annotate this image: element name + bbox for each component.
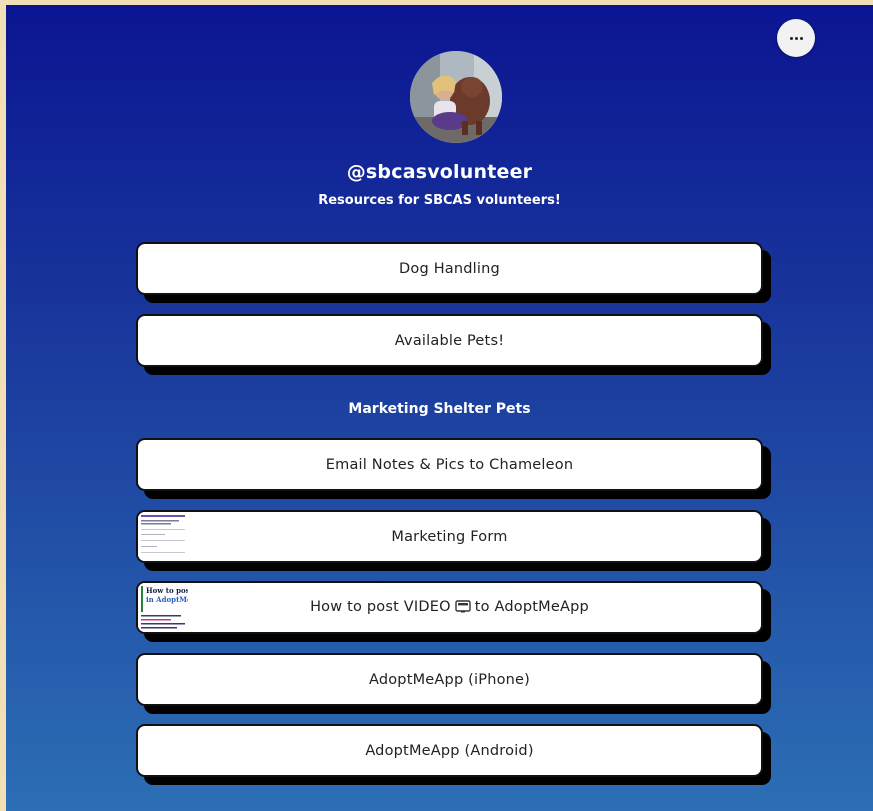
- link-label: How to post VIDEO to AdoptMeApp: [310, 599, 589, 617]
- video-camera-icon: [455, 599, 471, 617]
- link-label: AdoptMeApp (iPhone): [368, 671, 531, 688]
- link-label: Dog Handling: [399, 260, 500, 277]
- video-guide-thumbnail: How to post v in AdoptMe: [138, 583, 188, 632]
- link-label: Email Notes & Pics to Chameleon: [325, 456, 574, 473]
- link-adoptmeapp-iphone[interactable]: AdoptMeApp (iPhone): [136, 653, 763, 706]
- link-available-pets[interactable]: Available Pets!: [136, 314, 763, 367]
- profile-bio: Resources for SBCAS volunteers!: [318, 193, 561, 208]
- profile-avatar: [410, 51, 502, 143]
- link-label: Marketing Form: [391, 528, 508, 545]
- link-how-to-post-video[interactable]: How to post v in AdoptMe How to post VID…: [136, 581, 763, 634]
- link-marketing-form[interactable]: Marketing Form: [136, 510, 763, 563]
- link-label: AdoptMeApp (Android): [365, 742, 534, 759]
- link-adoptmeapp-android[interactable]: AdoptMeApp (Android): [136, 724, 763, 777]
- more-dots-icon: [789, 36, 803, 40]
- thumbnail-text: How to post v: [146, 586, 188, 595]
- link-email-notes[interactable]: Email Notes & Pics to Chameleon: [136, 438, 763, 491]
- profile-handle: @sbcasvolunteer: [346, 161, 533, 183]
- marketing-form-thumbnail: [138, 512, 188, 561]
- section-header-marketing: Marketing Shelter Pets: [348, 401, 531, 417]
- link-dog-handling[interactable]: Dog Handling: [136, 242, 763, 295]
- more-options-button[interactable]: [777, 19, 815, 57]
- thumbnail-text: in AdoptMe: [146, 595, 188, 604]
- link-label: Available Pets!: [394, 332, 505, 349]
- link-page: @sbcasvolunteer Resources for SBCAS volu…: [6, 5, 873, 811]
- link-label-suffix: to AdoptMeApp: [474, 598, 589, 615]
- link-label-prefix: How to post VIDEO: [310, 598, 451, 615]
